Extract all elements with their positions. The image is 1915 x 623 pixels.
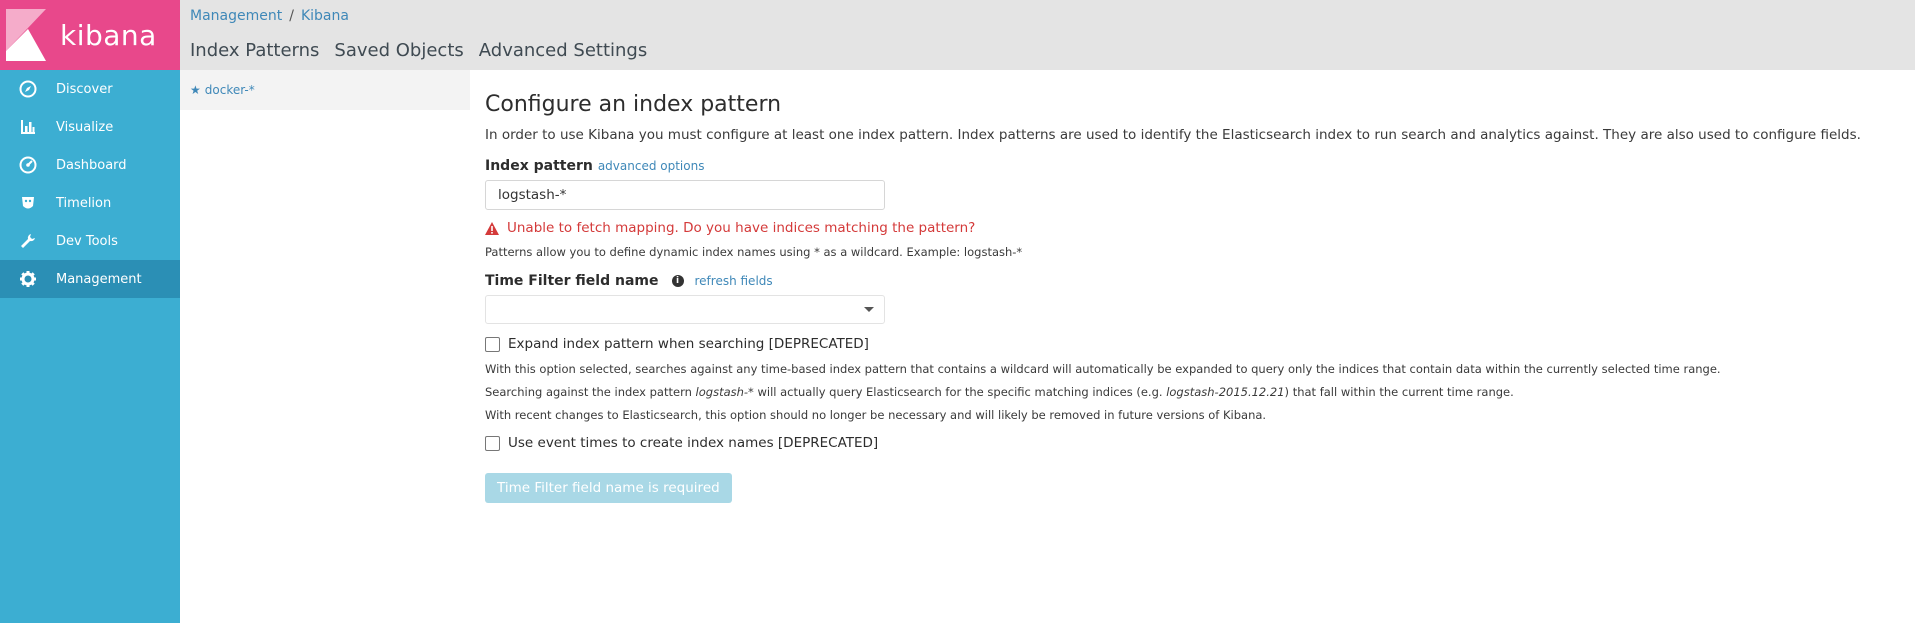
sidebar-item-visualize[interactable]: Visualize <box>0 108 180 146</box>
breadcrumb-management-link[interactable]: Management <box>190 8 282 24</box>
tab-index-patterns[interactable]: Index Patterns <box>190 40 319 61</box>
app-name: kibana <box>60 18 157 52</box>
index-pattern-item[interactable]: ★ docker-* <box>180 70 470 110</box>
create-button[interactable]: Time Filter field name is required <box>485 473 732 503</box>
breadcrumb-separator: / <box>289 8 294 24</box>
sidebar-item-label: Management <box>56 271 142 287</box>
error-text: Unable to fetch mapping. Do you have ind… <box>507 220 976 236</box>
index-pattern-label: Index pattern <box>485 158 593 174</box>
sidebar-item-discover[interactable]: Discover <box>0 70 180 108</box>
compass-icon <box>0 80 56 98</box>
expand-label: Expand index pattern when searching [DEP… <box>508 336 869 352</box>
expand-desc-line-3: With recent changes to Elasticsearch, th… <box>485 408 1267 422</box>
sidebar: kibana Discover Visualize Dashboard Time… <box>0 0 180 623</box>
page-title: Configure an index pattern <box>485 92 782 117</box>
time-filter-label: Time Filter field name <box>485 273 659 289</box>
event-times-option-row: Use event times to create index names [D… <box>485 435 1905 451</box>
kibana-logo[interactable]: kibana <box>0 0 180 70</box>
sidebar-item-label: Dashboard <box>56 157 127 173</box>
expand-checkbox[interactable] <box>485 336 500 352</box>
desc-example-pattern: logstash-* <box>695 385 754 399</box>
sidebar-item-timelion[interactable]: Timelion <box>0 184 180 222</box>
expand-desc-line-1: With this option selected, searches agai… <box>485 362 1721 376</box>
top-bar: Management / Kibana Index Patterns Saved O… <box>180 0 1915 70</box>
desc-text: will actually query Elasticsearch for th… <box>753 385 1167 399</box>
sidebar-item-label: Timelion <box>56 195 112 211</box>
warning-icon <box>485 221 499 235</box>
sidebar-item-label: Discover <box>56 81 113 97</box>
configure-index-form: Configure an index pattern In order to u… <box>485 70 1905 503</box>
sidebar-item-management[interactable]: Management <box>0 260 180 298</box>
index-pattern-list: ★ docker-* <box>180 70 470 623</box>
index-pattern-label-row: Index pattern advanced options <box>485 158 1905 174</box>
time-filter-label-row: Time Filter field name i refresh fields <box>485 273 1905 289</box>
index-pattern-name: docker-* <box>204 83 255 97</box>
tab-advanced-settings[interactable]: Advanced Settings <box>479 40 647 61</box>
star-icon: ★ <box>190 83 201 97</box>
wrench-icon <box>0 232 56 250</box>
sidebar-item-label: Dev Tools <box>56 233 118 249</box>
expand-option-row: Expand index pattern when searching [DEP… <box>485 336 1905 352</box>
pattern-hint: Patterns allow you to define dynamic ind… <box>485 245 1023 259</box>
desc-example-index: logstash-2015.12.21 <box>1166 385 1285 399</box>
sidebar-item-label: Visualize <box>56 119 114 135</box>
dashboard-icon <box>0 156 56 174</box>
kibana-logo-icon <box>6 9 46 61</box>
index-pattern-input[interactable] <box>485 180 885 210</box>
gear-icon <box>0 270 56 288</box>
mapping-error: Unable to fetch mapping. Do you have ind… <box>485 220 1905 236</box>
refresh-fields-link[interactable]: refresh fields <box>695 274 773 288</box>
intro-text: In order to use Kibana you must configur… <box>485 127 1861 143</box>
expand-desc-line-2: Searching against the index pattern logs… <box>485 384 1905 400</box>
tab-saved-objects[interactable]: Saved Objects <box>334 40 463 61</box>
sidebar-item-dashboard[interactable]: Dashboard <box>0 146 180 184</box>
breadcrumb: Management / Kibana <box>190 8 349 24</box>
event-times-checkbox[interactable] <box>485 435 500 451</box>
event-times-label: Use event times to create index names [D… <box>508 435 879 451</box>
expand-description: With this option selected, searches agai… <box>485 361 1905 423</box>
sidebar-item-dev-tools[interactable]: Dev Tools <box>0 222 180 260</box>
sidebar-nav: Discover Visualize Dashboard Timelion De… <box>0 70 180 298</box>
info-icon[interactable]: i <box>671 275 684 287</box>
advanced-options-link[interactable]: advanced options <box>598 159 705 173</box>
time-filter-select[interactable] <box>485 295 885 324</box>
chevron-down-icon <box>864 307 874 312</box>
breadcrumb-kibana-link[interactable]: Kibana <box>301 8 349 24</box>
timelion-icon <box>0 194 56 212</box>
desc-text: Searching against the index pattern <box>485 385 696 399</box>
management-tabs: Index Patterns Saved Objects Advanced Se… <box>190 40 647 61</box>
desc-text: ) that fall within the current time rang… <box>1284 385 1514 399</box>
bar-chart-icon <box>0 118 56 136</box>
